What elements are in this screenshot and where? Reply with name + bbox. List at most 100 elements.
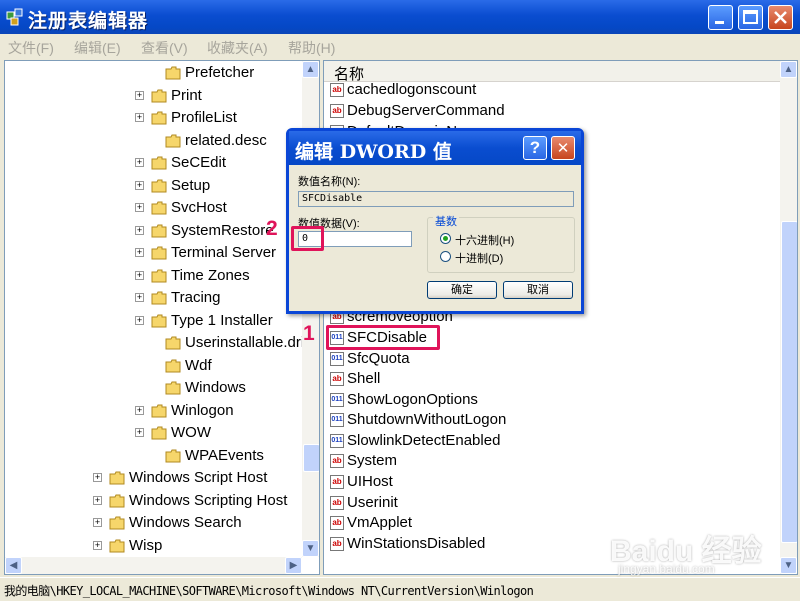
scroll-thumb[interactable]	[303, 444, 319, 472]
tree-hscrollbar[interactable]: ◀ ▶	[5, 557, 302, 574]
menu-view[interactable]: 查看(V)	[141, 38, 188, 58]
expand-toggle[interactable]: +	[93, 518, 102, 527]
registry-tree[interactable]: Prefetcher + Print + ProfileList related.desc…	[4, 60, 320, 575]
folder-icon	[109, 494, 125, 507]
folder-icon	[151, 224, 167, 237]
scroll-up-button[interactable]: ▲	[780, 61, 797, 78]
tree-item-label: SvcHost	[171, 199, 227, 216]
value-name: System	[347, 452, 398, 469]
scroll-left-button[interactable]: ◀	[5, 557, 22, 574]
expand-toggle[interactable]: +	[135, 90, 144, 100]
expand-toggle[interactable]: +	[135, 113, 144, 122]
menubar: 文件(F) 编辑(E) 查看(V) 收藏夹(A) 帮助(H)	[0, 34, 800, 58]
expand-toggle[interactable]: +	[93, 540, 102, 550]
edit-dword-dialog: 编辑 DWORD 值 ? ✕ 数值名称(N): SFCDisable 数值数据(…	[286, 128, 584, 314]
expand-toggle[interactable]: +	[93, 473, 102, 482]
menu-edit[interactable]: 编辑(E)	[74, 38, 121, 58]
tree-item-label: WOW	[171, 424, 211, 441]
expand-toggle[interactable]: +	[135, 405, 144, 415]
expand-toggle[interactable]: +	[93, 495, 102, 505]
folder-icon	[151, 179, 167, 192]
tree-item-label: Terminal Server	[171, 244, 277, 261]
tree-item-label: Windows Script Host	[129, 469, 268, 486]
expand-toggle[interactable]: +	[135, 428, 144, 437]
string-value-icon: ab	[330, 83, 344, 97]
column-header-name[interactable]: 名称	[324, 61, 797, 83]
maximize-button[interactable]	[738, 5, 763, 30]
value-name: DebugServerCommand	[347, 102, 505, 119]
tree-item-label: Wisp	[129, 536, 163, 554]
dialog-titlebar[interactable]: 编辑 DWORD 值 ? ✕	[289, 131, 581, 165]
scroll-right-button[interactable]: ▶	[285, 557, 302, 574]
tree-item-label: ProfileList	[171, 109, 237, 126]
expand-toggle[interactable]: +	[135, 270, 144, 280]
scroll-up-button[interactable]: ▲	[302, 61, 319, 78]
help-button[interactable]: ?	[523, 136, 547, 160]
folder-icon	[109, 516, 125, 530]
status-path: 我的电脑\HKEY_LOCAL_MACHINE\SOFTWARE\Microso…	[4, 584, 534, 598]
menu-help[interactable]: 帮助(H)	[288, 38, 335, 58]
ok-button[interactable]: 确定	[427, 281, 497, 299]
value-name-field: SFCDisable	[298, 191, 574, 207]
expand-toggle[interactable]: +	[135, 180, 144, 190]
folder-icon	[109, 539, 125, 552]
folder-icon	[165, 449, 181, 462]
help-icon: ?	[529, 138, 541, 157]
expand-toggle[interactable]: +	[135, 203, 144, 212]
folder-icon	[151, 404, 167, 417]
step2-marker: 2	[266, 217, 278, 240]
close-button[interactable]	[768, 5, 793, 30]
hex-radio[interactable]	[440, 233, 451, 244]
expand-toggle[interactable]: +	[135, 158, 144, 167]
dec-radio[interactable]	[440, 251, 451, 262]
scroll-down-button[interactable]: ▼	[780, 557, 797, 574]
expand-toggle[interactable]: +	[135, 248, 144, 257]
value-name: Userinit	[347, 494, 398, 511]
string-value-icon: ab	[330, 537, 344, 551]
string-value-icon: ab	[330, 516, 344, 530]
binary-value-icon: 011	[330, 434, 344, 448]
folder-icon	[151, 246, 167, 260]
tree-item-label: Print	[171, 86, 202, 104]
tree-item-label: SeCEdit	[171, 154, 227, 171]
value-name: VmApplet	[347, 514, 413, 531]
expand-toggle[interactable]: +	[135, 293, 144, 302]
folder-icon	[151, 156, 167, 170]
scroll-down-button[interactable]: ▼	[302, 540, 319, 557]
step1-marker: 1	[303, 322, 315, 345]
step1-highlight	[326, 325, 440, 350]
value-name: WinStationsDisabled	[347, 535, 486, 552]
hex-label: 十六进制(H)	[455, 235, 515, 247]
window-titlebar[interactable]: 注册表编辑器	[0, 0, 800, 34]
menu-file[interactable]: 文件(F)	[8, 38, 54, 58]
tree-item-label: Winlogon	[171, 401, 234, 419]
list-vscrollbar[interactable]: ▲ ▼	[780, 61, 797, 574]
tree-item-label: Type 1 Installer	[171, 311, 273, 329]
menu-favorites[interactable]: 收藏夹(A)	[207, 38, 268, 58]
value-name: Shell	[347, 370, 381, 387]
base-label: 基数	[433, 213, 459, 229]
tree-item-label: related.desc	[185, 131, 267, 149]
minimize-button[interactable]	[708, 5, 733, 30]
value-name: UIHost	[347, 473, 393, 490]
close-icon: ✕	[556, 139, 570, 157]
expand-toggle[interactable]: +	[135, 225, 144, 235]
folder-icon	[151, 314, 167, 327]
scroll-thumb[interactable]	[781, 221, 797, 543]
string-value-icon: ab	[330, 496, 344, 510]
binary-value-icon: 011	[330, 352, 344, 366]
expand-toggle[interactable]: +	[135, 315, 144, 325]
value-name: SlowlinkDetectEnabled	[347, 432, 501, 449]
folder-icon	[165, 336, 181, 350]
folder-icon	[165, 381, 181, 395]
tree-item-label: Windows Search	[129, 514, 242, 531]
string-value-icon: ab	[330, 454, 344, 468]
close-icon	[774, 11, 787, 24]
tree-item-label: Setup	[171, 176, 211, 194]
tree-item-label: Userinstallable.drivers	[185, 334, 320, 351]
dialog-close-button[interactable]: ✕	[551, 136, 575, 160]
window-title: 注册表编辑器	[28, 11, 149, 32]
string-value-icon: ab	[330, 104, 344, 118]
value-name-label: 数值名称(N):	[298, 176, 361, 188]
cancel-button[interactable]: 取消	[503, 281, 573, 299]
